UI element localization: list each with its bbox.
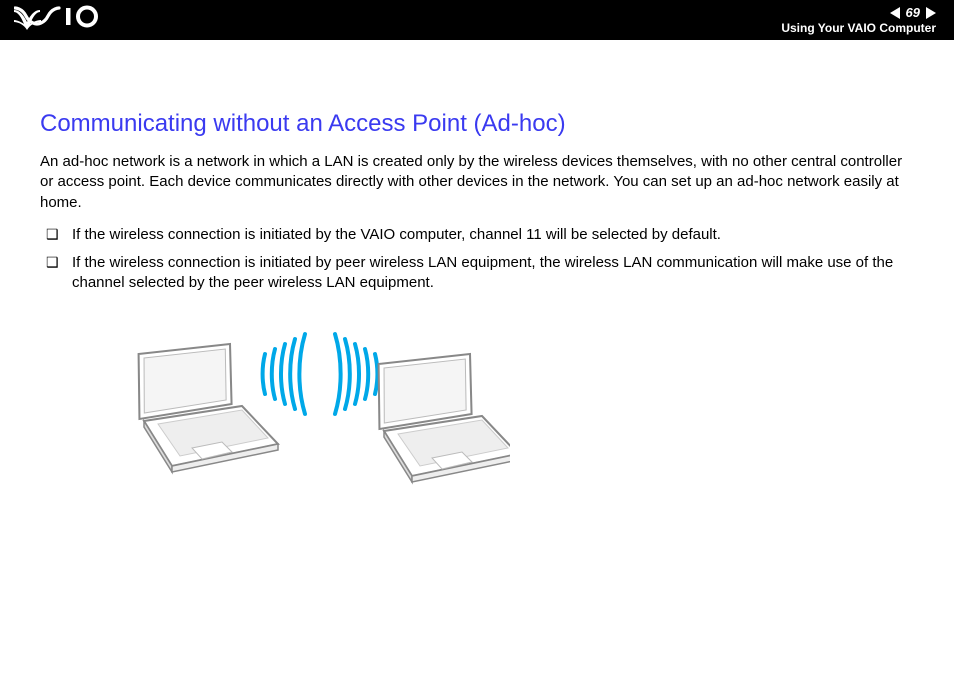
wireless-signal-right-icon (335, 334, 377, 414)
header-right: 69 Using Your VAIO Computer (781, 5, 936, 35)
intro-paragraph: An ad-hoc network is a network in which … (40, 152, 914, 213)
nav-next-icon[interactable] (926, 7, 936, 19)
page-nav: 69 (781, 5, 936, 20)
page-number: 69 (906, 5, 920, 20)
laptop-left-icon (129, 344, 278, 472)
wireless-signal-left-icon (263, 334, 305, 414)
bullet-list: If the wireless connection is initiated … (40, 225, 914, 294)
page-content: Communicating without an Access Point (A… (0, 40, 954, 499)
breadcrumb: Using Your VAIO Computer (781, 21, 936, 35)
vaio-logo (14, 5, 114, 36)
adhoc-illustration (90, 314, 914, 499)
list-item: If the wireless connection is initiated … (46, 253, 914, 294)
list-item: If the wireless connection is initiated … (46, 225, 914, 245)
section-title: Communicating without an Access Point (A… (40, 110, 914, 138)
laptop-right-icon (369, 354, 510, 482)
nav-prev-icon[interactable] (890, 7, 900, 19)
header-bar: 69 Using Your VAIO Computer (0, 0, 954, 40)
